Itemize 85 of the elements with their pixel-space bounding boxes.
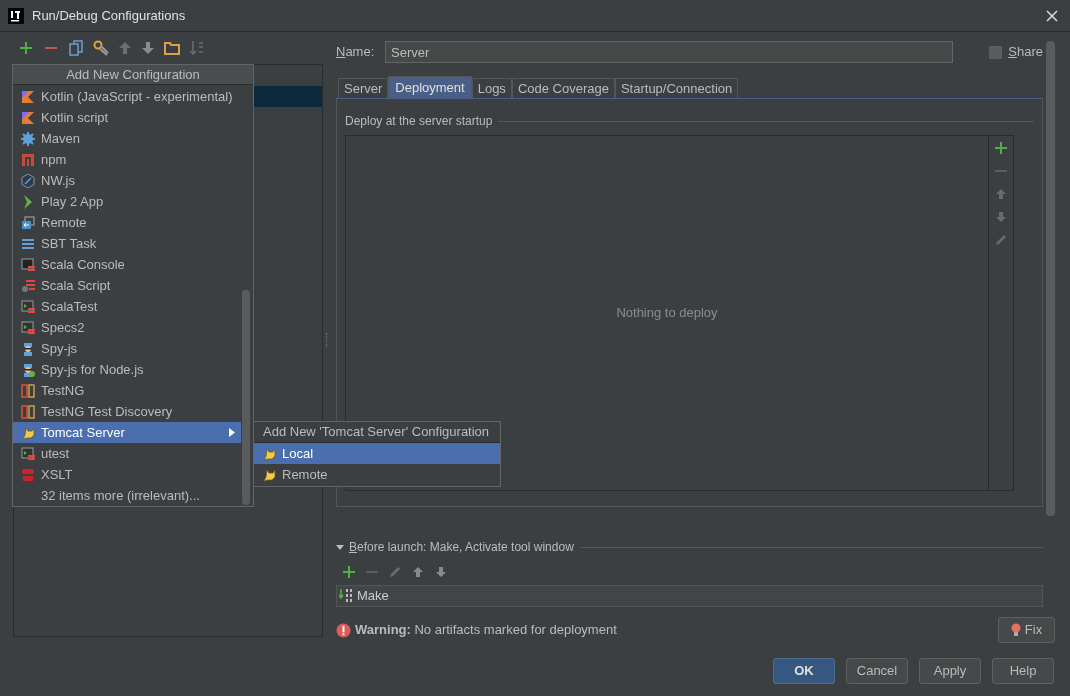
add-icon[interactable] [994,141,1008,155]
stacked-lines-icon [21,236,35,251]
menu-item[interactable]: npm [13,149,241,170]
dialog-button[interactable]: OK [773,658,835,684]
window-title: Run/Debug Configurations [32,6,186,25]
dialog-button[interactable]: Apply [919,658,981,684]
build-icon [339,588,353,604]
remote-window-icon [21,215,35,230]
edit-icon[interactable] [388,565,402,579]
menu-item[interactable]: Spy-js for Node.js [13,359,241,380]
triangle-logo-icon [21,110,35,125]
menu-item[interactable]: Spy-js [13,338,241,359]
fix-button[interactable]: Fix [998,617,1055,643]
sort-icon[interactable] [189,40,205,56]
menu-item[interactable]: Local [254,443,500,464]
menu-item[interactable]: 32 items more (irrelevant)... [13,485,241,506]
add-icon[interactable] [18,40,34,56]
hexagon-icon [21,173,35,188]
error-icon [336,622,351,638]
spy-figure-icon [21,341,35,356]
menu-item[interactable]: Play 2 App [13,191,241,212]
menu-item[interactable]: utest [13,443,241,464]
menu-item[interactable]: Kotlin (JavaScript - experimental) [13,86,241,107]
move-up-icon[interactable] [411,565,425,579]
badge-icon [21,404,35,419]
warning-message: Warning: No artifacts marked for deployment [355,621,617,640]
spy-figure-icon [21,362,35,377]
menu-item[interactable]: Maven [13,128,241,149]
bulb-icon [1010,623,1021,637]
tab[interactable]: Code Coverage [511,78,615,98]
scrollbar-thumb[interactable] [1046,41,1055,516]
group-title: Deploy at the server startup [345,113,493,130]
menu-item[interactable]: Scala Script [13,275,241,296]
badge-icon [21,383,35,398]
share-checkbox[interactable] [989,45,1003,59]
add-icon[interactable] [342,565,356,579]
splitter-handle[interactable] [326,333,328,347]
move-up-icon[interactable] [994,187,1008,201]
folder-icon[interactable] [164,41,180,55]
move-down-icon[interactable] [141,41,155,55]
copy-icon[interactable] [68,40,84,56]
app-logo-icon [8,7,24,24]
dialog-button[interactable]: Cancel [846,658,908,684]
menu-item[interactable]: XSLT [13,464,241,485]
dialog-button[interactable]: Help [992,658,1054,684]
menu-item[interactable]: ScalaTest [13,296,241,317]
name-label: Name: [336,43,376,62]
move-up-icon[interactable] [118,41,132,55]
collapse-arrow-icon[interactable] [336,543,344,551]
task-item[interactable]: Make [357,586,389,606]
console-icon [21,257,35,272]
menu-item[interactable]: Remote [254,464,500,485]
close-icon[interactable] [1046,9,1058,22]
tab[interactable]: Server [338,78,389,98]
empty-list-message: Nothing to deploy [616,304,718,323]
tab[interactable]: Startup/Connection [614,78,739,98]
stacked-blocks-icon [21,467,35,482]
square-logo-icon [21,152,35,167]
menu-title: Add New 'Tomcat Server' Configuration [263,423,490,442]
menu-item[interactable]: Scala Console [13,254,241,275]
tab[interactable]: Deployment [388,76,472,98]
menu-item[interactable]: NW.js [13,170,241,191]
test-window-icon [21,446,35,461]
menu-item[interactable]: Kotlin script [13,107,241,128]
menu-item[interactable]: Tomcat Server [13,422,241,443]
edit-icon[interactable] [994,233,1008,247]
menu-item[interactable]: TestNG [13,380,241,401]
submenu-arrow-icon [227,428,235,437]
tab[interactable]: Logs [471,78,512,98]
test-window-icon [21,320,35,335]
move-down-icon[interactable] [434,565,448,579]
gear-icon [21,131,35,146]
test-window-icon [21,299,35,314]
script-gear-icon [21,278,35,293]
menu-item[interactable]: TestNG Test Discovery [13,401,241,422]
name-field[interactable]: Server [385,41,953,63]
before-launch-title[interactable]: Before launch: Make, Activate tool window [349,538,574,556]
menu-title: Add New Configuration [66,65,200,84]
share-label: Share [1008,43,1043,62]
menu-item[interactable]: Remote [13,212,241,233]
menu-item[interactable]: Specs2 [13,317,241,338]
triangle-logo-icon [21,89,35,104]
menu-item[interactable]: SBT Task [13,233,241,254]
move-down-icon[interactable] [994,210,1008,224]
scrollbar-thumb[interactable] [242,290,250,505]
